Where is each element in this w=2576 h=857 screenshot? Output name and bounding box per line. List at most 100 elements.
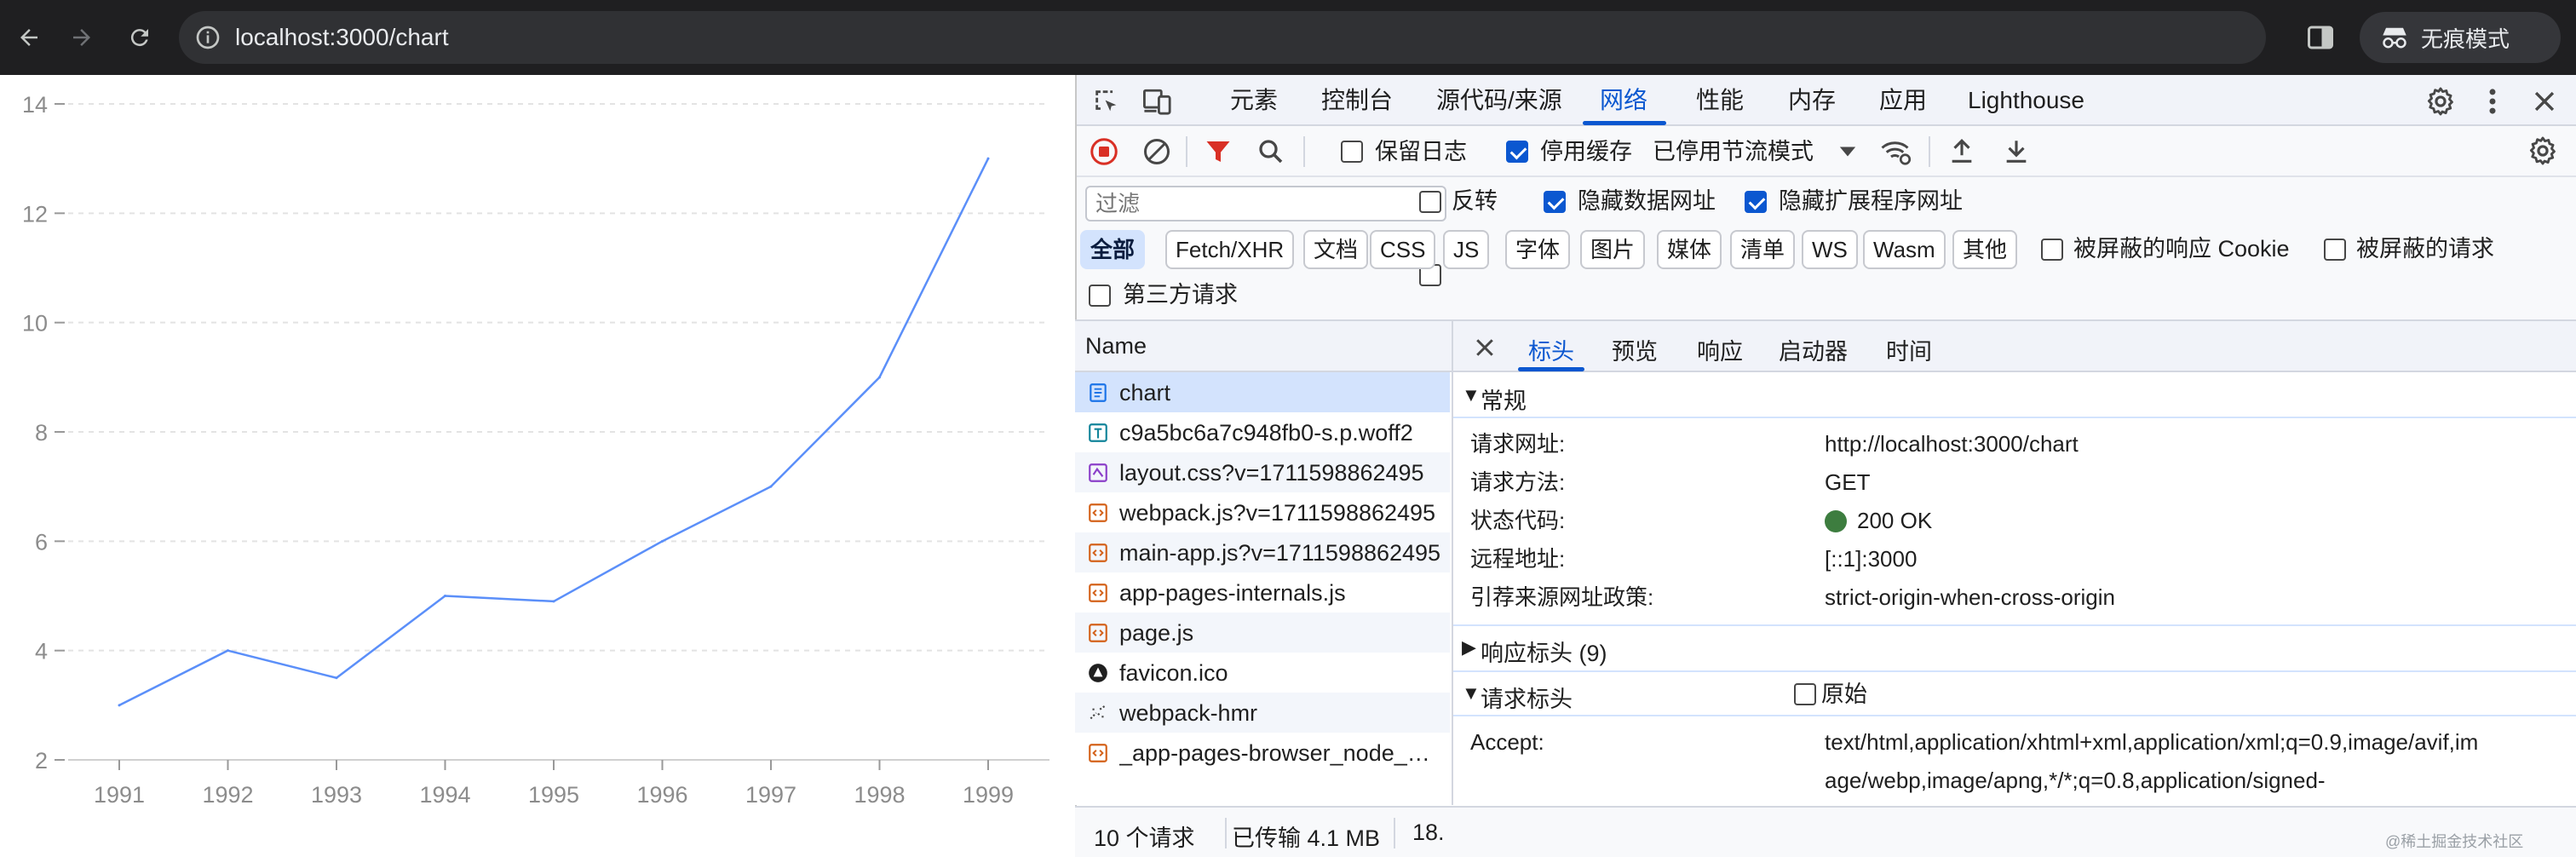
- request-row[interactable]: app-pages-internals.js: [1075, 572, 1450, 613]
- upload-har-icon[interactable]: [1947, 136, 1976, 167]
- y-tick-label: 6: [35, 529, 48, 555]
- tab-sources[interactable]: 源代码/来源: [1436, 75, 1562, 126]
- filter-funnel-icon[interactable]: [1203, 136, 1233, 167]
- invert-checkbox[interactable]: [1419, 191, 1441, 213]
- third-party-label: 第三方请求: [1123, 282, 1238, 308]
- tab-headers[interactable]: 标头: [1528, 333, 1574, 366]
- general-field-value: strict-origin-when-cross-origin: [1825, 584, 2115, 610]
- site-info-icon[interactable]: [194, 24, 221, 51]
- browser-toolbar: localhost:3000/chart 无痕模式: [0, 0, 2576, 75]
- device-toolbar-icon[interactable]: [1141, 87, 1174, 116]
- hide-data-urls-label: 隐藏数据网址: [1578, 188, 1716, 214]
- type-filter-chip[interactable]: 其他: [1952, 230, 2018, 269]
- search-icon[interactable]: [1256, 136, 1286, 167]
- type-filter-chip[interactable]: JS: [1443, 230, 1490, 269]
- tab-console[interactable]: 控制台: [1321, 75, 1393, 126]
- tab-initiator[interactable]: 启动器: [1779, 333, 1848, 366]
- clear-icon[interactable]: [1141, 136, 1172, 167]
- forward-button[interactable]: [60, 15, 104, 60]
- more-options-icon[interactable]: [2484, 85, 2501, 118]
- tab-preview[interactable]: 预览: [1612, 333, 1658, 366]
- request-row[interactable]: webpack.js?v=1711598862495: [1075, 492, 1450, 532]
- request-row[interactable]: layout.css?v=1711598862495: [1075, 452, 1450, 492]
- request-row[interactable]: main-app.js?v=1711598862495: [1075, 532, 1450, 572]
- tab-network[interactable]: 网络: [1600, 75, 1647, 126]
- tab-lighthouse[interactable]: Lighthouse: [1968, 75, 2084, 126]
- request-row[interactable]: _app-pages-browser_node_modules: [1075, 733, 1450, 773]
- chart-grid: [68, 103, 1049, 761]
- type-filter-chip[interactable]: 媒体: [1657, 230, 1722, 269]
- general-section-header[interactable]: ▼ 常规: [1453, 374, 2576, 418]
- tab-application[interactable]: 应用: [1879, 75, 1927, 126]
- download-har-icon[interactable]: [2002, 136, 2031, 167]
- hide-extension-urls-checkbox[interactable]: [1745, 191, 1767, 213]
- request-name: webpack-hmr: [1119, 700, 1258, 726]
- request-row[interactable]: webpack-hmr: [1075, 693, 1450, 733]
- x-tick-label: 1995: [528, 782, 579, 808]
- type-filter-chip[interactable]: 全部: [1080, 230, 1146, 269]
- type-filter-chip[interactable]: WS: [1802, 230, 1858, 269]
- type-filter-chip[interactable]: Wasm: [1863, 230, 1946, 269]
- request-row[interactable]: c9a5bc6a7c948fb0-s.p.woff2: [1075, 412, 1450, 452]
- disable-cache-checkbox[interactable]: [1506, 141, 1528, 163]
- details-active-indicator: [1518, 367, 1584, 371]
- tab-elements[interactable]: 元素: [1230, 75, 1278, 126]
- general-field-key: 请求方法:: [1470, 469, 1566, 495]
- address-bar[interactable]: localhost:3000/chart: [179, 11, 2428, 64]
- request-name: favicon.ico: [1119, 660, 1228, 686]
- accept-value-line: age/webp,image/apng,*/*;q=0.8,applicatio…: [1825, 768, 2326, 793]
- request-row[interactable]: page.js: [1075, 613, 1450, 653]
- close-devtools-icon[interactable]: [2530, 87, 2559, 116]
- tab-response[interactable]: 响应: [1697, 333, 1743, 366]
- request-headers-section-header[interactable]: ▼ 请求标头 原始: [1453, 672, 2576, 716]
- general-field-value: http://localhost:3000/chart: [1825, 431, 2079, 457]
- hide-data-urls-checkbox[interactable]: [1544, 191, 1566, 213]
- type-filter-chip[interactable]: CSS: [1370, 230, 1436, 269]
- settings-gear-icon[interactable]: [2424, 85, 2457, 118]
- ws-file-icon: [1090, 705, 1107, 720]
- response-headers-section-header[interactable]: ▶ 响应标头 (9): [1453, 626, 2576, 670]
- url-text[interactable]: localhost:3000/chart: [235, 23, 449, 52]
- incognito-badge[interactable]: 无痕模式: [2360, 12, 2561, 63]
- js-file-icon: [1089, 624, 1107, 642]
- raw-headers-checkbox[interactable]: [1794, 683, 1816, 705]
- third-party-checkbox[interactable]: [1089, 285, 1111, 307]
- type-filter-chip[interactable]: 字体: [1505, 230, 1571, 269]
- blocked-requests-checkbox[interactable]: [2324, 239, 2346, 261]
- request-row[interactable]: favicon.ico: [1075, 653, 1450, 693]
- js-file-icon: [1089, 744, 1107, 762]
- back-button[interactable]: [7, 15, 51, 60]
- close-details-icon[interactable]: [1472, 335, 1498, 360]
- side-panel-icon[interactable]: [2305, 22, 2336, 53]
- type-filter-chip[interactable]: 文档: [1303, 230, 1369, 269]
- network-summary-bar: 10 个请求 已传输 4.1 MB 18.4: [1075, 806, 2576, 857]
- data-point: [552, 600, 555, 603]
- x-tick-label: 1993: [311, 782, 362, 808]
- tab-performance[interactable]: 性能: [1696, 75, 1744, 126]
- data-point: [118, 704, 121, 707]
- type-filter-chip[interactable]: 图片: [1580, 230, 1646, 269]
- inspect-element-icon[interactable]: [1092, 87, 1121, 116]
- name-column-header[interactable]: Name: [1085, 333, 1147, 359]
- caret-down-icon[interactable]: [1838, 143, 1857, 160]
- accept-value-line: text/html,application/xhtml+xml,applicat…: [1825, 729, 2479, 755]
- font-file-icon: [1089, 423, 1107, 442]
- y-tick-label: 12: [22, 201, 48, 227]
- network-settings-gear-icon[interactable]: [2527, 135, 2559, 167]
- request-name: layout.css?v=1711598862495: [1119, 460, 1424, 486]
- tab-memory[interactable]: 内存: [1788, 75, 1836, 126]
- request-row[interactable]: chart: [1075, 372, 1450, 412]
- y-tick-label: 2: [35, 748, 48, 774]
- general-field-key: 状态代码:: [1470, 508, 1566, 533]
- tab-timing[interactable]: 时间: [1886, 333, 1932, 366]
- type-filter-chip[interactable]: 清单: [1730, 230, 1796, 269]
- preserve-log-checkbox[interactable]: [1341, 141, 1363, 163]
- reload-button[interactable]: [118, 15, 162, 60]
- network-conditions-icon[interactable]: [1879, 136, 1913, 167]
- blocked-cookies-checkbox[interactable]: [2041, 239, 2063, 261]
- throttling-select[interactable]: 已停用节流模式: [1653, 138, 1814, 165]
- type-filter-chip[interactable]: Fetch/XHR: [1165, 230, 1295, 269]
- stop-recording-icon[interactable]: [1089, 136, 1119, 167]
- js-file-icon: [1089, 584, 1107, 602]
- general-title: 常规: [1481, 388, 1527, 414]
